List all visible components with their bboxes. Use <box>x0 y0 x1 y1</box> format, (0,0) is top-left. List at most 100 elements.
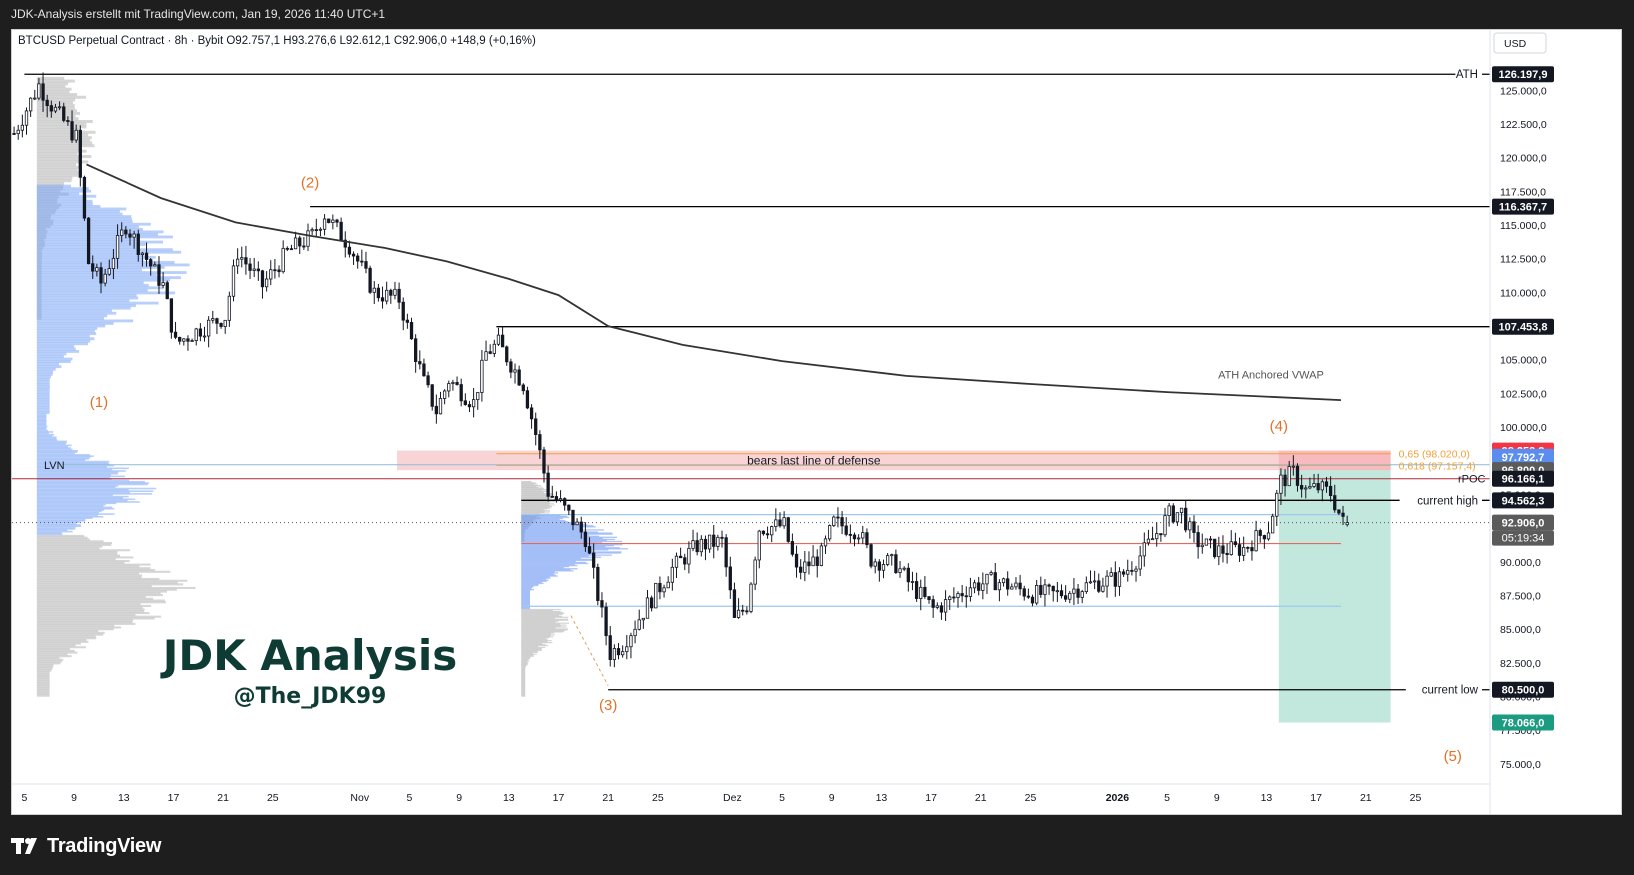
candle-body[interactable] <box>1138 555 1142 570</box>
candle-body[interactable] <box>563 498 567 506</box>
candle-body[interactable] <box>1204 538 1209 546</box>
candle-body[interactable] <box>269 269 273 280</box>
candle-body[interactable] <box>244 257 248 265</box>
candle-body[interactable] <box>823 538 828 547</box>
candle-body[interactable] <box>803 561 807 573</box>
candle-body[interactable] <box>405 319 410 323</box>
candle-body[interactable] <box>873 561 877 567</box>
candle-body[interactable] <box>1097 580 1101 592</box>
candle-body[interactable] <box>95 267 99 272</box>
candle-body[interactable] <box>310 229 314 232</box>
candle-body[interactable] <box>1171 505 1175 523</box>
candle-body[interactable] <box>1229 541 1233 556</box>
candle-body[interactable] <box>1109 572 1113 577</box>
candle-body[interactable] <box>1271 515 1275 534</box>
candle-body[interactable] <box>819 545 824 566</box>
candle-body[interactable] <box>1304 487 1308 490</box>
candle-body[interactable] <box>211 318 215 321</box>
currency-button-label[interactable]: USD <box>1504 38 1527 50</box>
candle-body[interactable] <box>1117 571 1122 587</box>
candle-body[interactable] <box>1092 580 1097 583</box>
candle-body[interactable] <box>521 384 525 392</box>
candle-body[interactable] <box>633 628 637 637</box>
candle-body[interactable] <box>252 268 256 271</box>
candle-body[interactable] <box>890 554 894 557</box>
candle-body[interactable] <box>1295 465 1300 486</box>
candle-body[interactable] <box>1266 532 1271 540</box>
candle-body[interactable] <box>666 581 670 589</box>
candle-body[interactable] <box>285 247 289 250</box>
candle-body[interactable] <box>1068 592 1072 600</box>
candle-body[interactable] <box>380 297 385 302</box>
candle-body[interactable] <box>931 599 935 608</box>
candle-body[interactable] <box>33 97 37 100</box>
candle-body[interactable] <box>529 407 534 420</box>
candle-body[interactable] <box>583 531 588 548</box>
candle-body[interactable] <box>1113 572 1117 587</box>
candle-body[interactable] <box>1308 486 1312 489</box>
candle-body[interactable] <box>169 298 174 333</box>
candle-body[interactable] <box>914 581 919 599</box>
candle-body[interactable] <box>799 566 803 573</box>
candle-body[interactable] <box>1155 533 1159 540</box>
candle-body[interactable] <box>161 282 165 286</box>
candle-body[interactable] <box>993 572 997 591</box>
candle-body[interactable] <box>579 521 583 533</box>
candle-body[interactable] <box>608 635 612 660</box>
candle-body[interactable] <box>683 557 687 565</box>
candle-body[interactable] <box>1200 544 1204 548</box>
candle-body[interactable] <box>223 319 227 327</box>
candle-body[interactable] <box>331 219 335 224</box>
candle-body[interactable] <box>194 328 198 341</box>
candle-body[interactable] <box>1039 585 1043 595</box>
candle-body[interactable] <box>360 260 364 263</box>
candle-body[interactable] <box>919 586 923 599</box>
candle-body[interactable] <box>149 259 153 267</box>
candle-body[interactable] <box>111 257 116 270</box>
candle-body[interactable] <box>157 264 161 286</box>
candle-body[interactable] <box>575 521 579 526</box>
candle-body[interactable] <box>178 336 182 342</box>
candle-body[interactable] <box>1126 569 1130 575</box>
candle-body[interactable] <box>753 559 757 585</box>
candle-body[interactable] <box>844 525 848 535</box>
candle-body[interactable] <box>347 246 352 255</box>
candle-body[interactable] <box>1035 585 1039 604</box>
candle-body[interactable] <box>1196 532 1200 548</box>
chart-panel[interactable]: bears last line of defense 0,65 (98.020,0… <box>11 29 1622 815</box>
candle-body[interactable] <box>318 228 323 231</box>
candle-body[interactable] <box>190 340 194 342</box>
candle-body[interactable] <box>1258 530 1262 536</box>
candle-body[interactable] <box>314 229 318 231</box>
candle-body[interactable] <box>351 253 356 257</box>
candle-body[interactable] <box>1341 512 1345 517</box>
candle-body[interactable] <box>641 617 646 621</box>
candle-body[interactable] <box>654 582 658 609</box>
candle-body[interactable] <box>1233 541 1238 546</box>
candle-body[interactable] <box>778 519 782 527</box>
candle-body[interactable] <box>1320 481 1324 491</box>
candle-body[interactable] <box>339 221 343 241</box>
candle-body[interactable] <box>78 129 82 178</box>
candle-body[interactable] <box>1010 586 1014 590</box>
candle-body[interactable] <box>935 605 939 608</box>
candle-body[interactable] <box>1345 522 1349 526</box>
candle-body[interactable] <box>1337 509 1341 514</box>
candle-body[interactable] <box>948 596 952 600</box>
candle-body[interactable] <box>616 648 621 656</box>
candle-body[interactable] <box>1262 535 1267 540</box>
candle-body[interactable] <box>815 556 819 566</box>
candle-body[interactable] <box>1287 466 1291 487</box>
candle-body[interactable] <box>260 270 265 288</box>
candle-body[interactable] <box>182 338 186 342</box>
candle-body[interactable] <box>327 218 331 224</box>
candle-body[interactable] <box>952 596 956 599</box>
vwap-line[interactable] <box>86 163 1342 401</box>
candle-body[interactable] <box>1142 542 1146 557</box>
candle-body[interactable] <box>401 301 405 321</box>
candle-body[interactable] <box>509 361 513 373</box>
candle-body[interactable] <box>910 581 915 583</box>
candle-body[interactable] <box>20 124 24 131</box>
candle-body[interactable] <box>997 582 1002 591</box>
candle-body[interactable] <box>956 593 960 598</box>
